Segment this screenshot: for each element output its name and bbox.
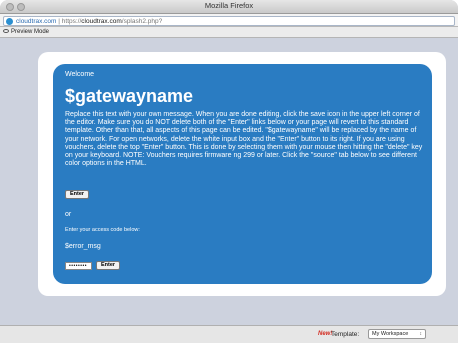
url-field[interactable]: cloudtrax.com | https://cloudtrax.com/sp…	[3, 16, 455, 26]
enter-button-top[interactable]: Enter	[65, 190, 90, 199]
splash-panel: Welcome $gatewayname Replace this text w…	[53, 64, 432, 284]
browser-window: Mozilla Firefox cloudtrax.com | https://…	[0, 0, 458, 343]
title-bar: Mozilla Firefox	[0, 0, 458, 14]
error-message: $error_msg	[65, 243, 101, 250]
preview-mode-toggle[interactable]: Preview Mode	[3, 28, 49, 37]
welcome-text: Welcome	[65, 71, 95, 78]
editor-toolbar: Preview Mode	[0, 27, 458, 38]
enter-button-bottom[interactable]: Enter	[96, 261, 121, 270]
address-bar: cloudtrax.com | https://cloudtrax.com/sp…	[0, 14, 458, 27]
preview-eye-icon	[3, 28, 9, 34]
access-code-label: Enter your access code below:	[65, 227, 140, 233]
or-text: or	[65, 211, 72, 218]
access-code-input[interactable]: ••••••••	[65, 262, 92, 270]
preview-mode-label: Preview Mode	[11, 29, 50, 35]
select-arrows-icon: ↕	[419, 331, 423, 337]
url-domain-badge: cloudtrax.com	[16, 18, 57, 25]
template-select[interactable]: My Workspace ↕	[368, 329, 426, 339]
url-path: /splash2.php?	[121, 18, 163, 25]
site-identity-icon[interactable]	[6, 18, 13, 25]
template-bar: New! Template: My Workspace ↕	[0, 325, 458, 343]
url-prefix: https://	[61, 18, 82, 25]
splash-message: Replace this text with your own message.…	[65, 111, 423, 168]
window-title: Mozilla Firefox	[204, 1, 254, 10]
url-host: cloudtrax.com	[81, 18, 122, 25]
template-selected-value: My Workspace	[372, 331, 409, 337]
gateway-name-title: $gatewayname	[65, 86, 194, 106]
template-label: Template:	[331, 331, 360, 338]
